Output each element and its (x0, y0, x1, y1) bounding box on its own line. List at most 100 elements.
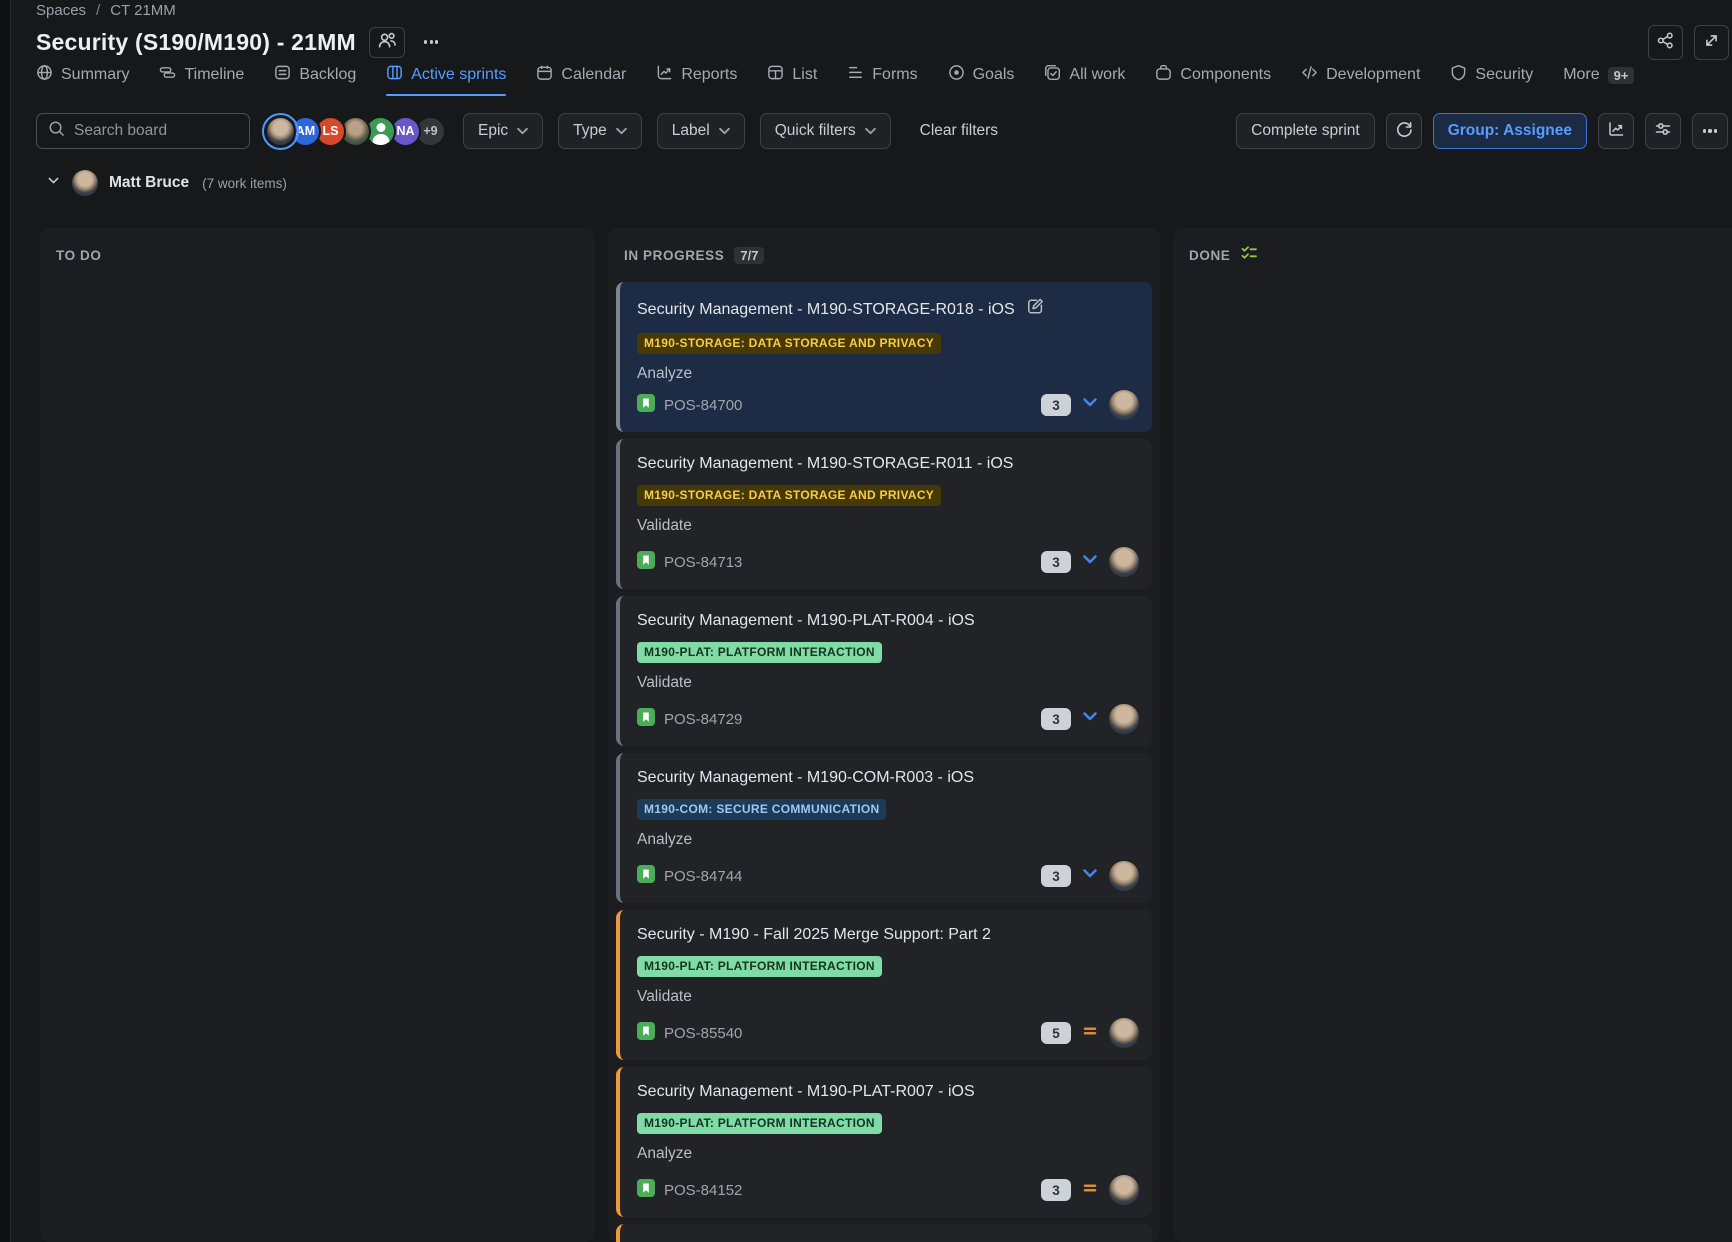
column-todo: TO DO (40, 228, 595, 1242)
column-in-progress: IN PROGRESS 7/7 Security Management - M1… (608, 228, 1160, 1242)
label-chip[interactable]: M190-PLAT: PLATFORM INTERACTION (637, 1113, 882, 1134)
search-input[interactable] (74, 122, 238, 140)
board-more-button[interactable] (1692, 113, 1728, 149)
collapsed-sidebar-rail[interactable] (0, 0, 11, 1242)
view-settings-button[interactable] (1645, 113, 1681, 149)
tab-more[interactable]: More 9+ (1563, 64, 1634, 99)
tab-all-work[interactable]: All work (1044, 64, 1125, 99)
tab-forms[interactable]: Forms (847, 64, 917, 99)
story-icon (637, 1179, 655, 1201)
label-chip[interactable]: M190-PLAT: PLATFORM INTERACTION (637, 642, 882, 663)
epic-filter-label: Epic (478, 122, 508, 140)
avatar-matt-bruce[interactable] (265, 116, 296, 147)
label-chip[interactable]: M190-COM: SECURE COMMUNICATION (637, 799, 886, 820)
card-pos-84152[interactable]: Security Management - M190-PLAT-R007 - i… (616, 1067, 1152, 1217)
assignee-avatar[interactable] (1109, 704, 1139, 734)
priority-low-icon (1081, 396, 1099, 415)
label-chip[interactable]: M190-STORAGE: DATA STORAGE AND PRIVACY (637, 485, 941, 506)
breadcrumb-project[interactable]: CT 21MM (110, 2, 176, 19)
card-status: Analyze (637, 831, 1136, 849)
tab-backlog[interactable]: Backlog (274, 64, 356, 99)
board-columns-icon (386, 64, 403, 86)
tab-reports[interactable]: Reports (656, 64, 737, 99)
card-title: Security Management - M190-STORAGE-R011 … (637, 454, 1013, 474)
tab-components[interactable]: Components (1155, 64, 1271, 99)
type-filter-label: Type (573, 122, 607, 140)
card-pos-85540[interactable]: Security - M190 - Fall 2025 Merge Suppor… (616, 910, 1152, 1060)
chevron-down-icon[interactable] (46, 173, 61, 193)
card-pos-84700[interactable]: Security Management - M190-STORAGE-R018 … (616, 282, 1152, 432)
card-key[interactable]: POS-85540 (664, 1025, 742, 1042)
label-filter-button[interactable]: Label (657, 113, 745, 149)
tab-label: Active sprints (411, 66, 506, 84)
forms-icon (847, 64, 864, 86)
edit-icon[interactable] (1026, 297, 1045, 322)
label-chip[interactable]: M190-PLAT: PLATFORM INTERACTION (637, 956, 882, 977)
clear-filters-button[interactable]: Clear filters (906, 113, 1012, 149)
chevron-down-icon (865, 122, 876, 140)
assignee-group-header[interactable]: Matt Bruce (7 work items) (46, 170, 287, 196)
card-key[interactable]: POS-84152 (664, 1182, 742, 1199)
tab-label: List (792, 66, 817, 84)
tab-calendar[interactable]: Calendar (536, 64, 626, 99)
tab-label: Timeline (184, 66, 244, 84)
card-pos-84713[interactable]: Security Management - M190-STORAGE-R011 … (616, 439, 1152, 589)
group-by-label: Group: Assignee (1448, 122, 1572, 140)
card-pos-84744[interactable]: Security Management - M190-COM-R003 - iO… (616, 753, 1152, 903)
board-toolbar: AM LS NA +9 Epic Type Label Quick filter… (36, 112, 1728, 150)
card-partially-visible[interactable] (616, 1224, 1152, 1242)
label-chip[interactable]: M190-STORAGE: DATA STORAGE AND PRIVACY (637, 333, 941, 354)
card-key[interactable]: POS-84700 (664, 397, 742, 414)
refresh-icon (1395, 120, 1413, 143)
assignee-avatar[interactable] (1109, 1175, 1139, 1205)
story-icon (637, 551, 655, 573)
list-table-icon (767, 64, 784, 86)
type-filter-button[interactable]: Type (558, 113, 642, 149)
priority-medium-icon (1081, 1181, 1099, 1200)
tab-goals[interactable]: Goals (948, 64, 1015, 99)
insights-button[interactable] (1598, 113, 1634, 149)
backlog-icon (274, 64, 291, 86)
story-points-badge: 3 (1041, 1179, 1071, 1201)
breadcrumb-spaces[interactable]: Spaces (36, 2, 86, 19)
assignee-avatar[interactable] (1109, 861, 1139, 891)
tab-label: Summary (61, 66, 129, 84)
header-actions (1648, 25, 1729, 60)
tab-summary[interactable]: Summary (36, 64, 129, 99)
tab-active-sprints[interactable]: Active sprints (386, 64, 506, 99)
search-board-field[interactable] (36, 113, 250, 149)
assignee-avatar[interactable] (1109, 390, 1139, 420)
card-status: Validate (637, 988, 1136, 1006)
card-key[interactable]: POS-84713 (664, 554, 742, 571)
title-more-button[interactable] (418, 34, 445, 49)
complete-sprint-button[interactable]: Complete sprint (1236, 113, 1375, 149)
priority-low-icon (1081, 553, 1099, 572)
board-columns: TO DO IN PROGRESS 7/7 Security Managemen… (40, 228, 1732, 1242)
filter-buttons: Epic Type Label Quick filters Clear filt… (463, 113, 1012, 149)
tab-label: Components (1180, 66, 1271, 84)
people-button[interactable] (369, 27, 405, 58)
epic-filter-button[interactable]: Epic (463, 113, 543, 149)
reports-chart-icon (656, 64, 673, 86)
quick-filters-button[interactable]: Quick filters (760, 113, 891, 149)
column-done: DONE (1173, 228, 1732, 1242)
share-button[interactable] (1648, 25, 1683, 60)
tab-security[interactable]: Security (1450, 64, 1533, 99)
card-key[interactable]: POS-84744 (664, 868, 742, 885)
column-header: TO DO (40, 228, 595, 265)
assignee-avatar[interactable] (1109, 547, 1139, 577)
tab-development[interactable]: Development (1301, 64, 1420, 99)
column-cards (1173, 282, 1732, 1242)
tab-timeline[interactable]: Timeline (159, 64, 244, 99)
group-avatar (72, 170, 98, 196)
group-by-button[interactable]: Group: Assignee (1433, 113, 1587, 149)
expand-button[interactable] (1694, 25, 1729, 60)
story-points-badge: 3 (1041, 708, 1071, 730)
card-key[interactable]: POS-84729 (664, 711, 742, 728)
tab-list[interactable]: List (767, 64, 817, 99)
story-points-badge: 3 (1041, 551, 1071, 573)
refresh-button[interactable] (1386, 113, 1422, 149)
assignee-avatar[interactable] (1109, 1018, 1139, 1048)
card-pos-84729[interactable]: Security Management - M190-PLAT-R004 - i… (616, 596, 1152, 746)
priority-low-icon (1081, 867, 1099, 886)
